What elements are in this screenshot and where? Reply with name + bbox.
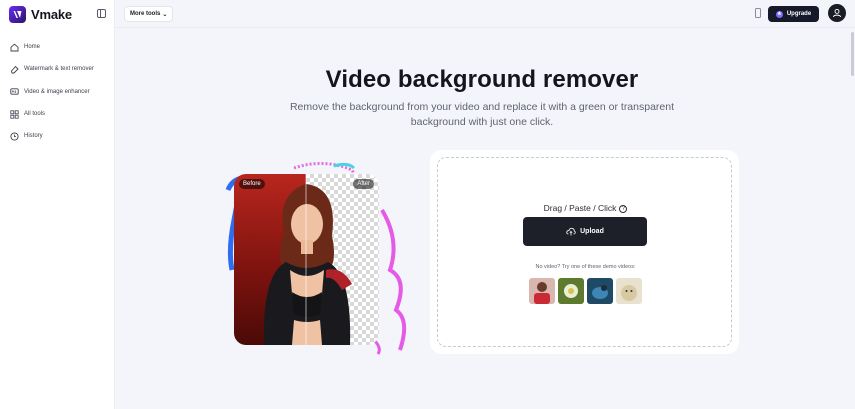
- sidebar-item-all-tools[interactable]: All tools: [0, 103, 115, 125]
- eraser-icon: [10, 65, 19, 74]
- top-bar: More tools ⌄ ★ Upgrade: [115, 0, 855, 28]
- before-tag: Before: [239, 179, 265, 189]
- sidebar-item-label: All tools: [24, 111, 46, 118]
- sidebar: Vmake Home Watermark & text remover Vide…: [0, 0, 115, 409]
- sidebar-item-label: Home: [24, 44, 41, 51]
- upload-dropzone[interactable]: Drag / Paste / Click? Upload No video? T…: [437, 157, 732, 347]
- grid-icon: [10, 109, 19, 119]
- cloud-upload-icon: [566, 227, 576, 236]
- sidebar-item-watermark-remover[interactable]: Watermark & text remover: [0, 58, 115, 80]
- more-tools-dropdown[interactable]: More tools ⌄: [124, 6, 174, 22]
- portrait-figure: [263, 174, 352, 345]
- sidebar-item-label: History: [24, 133, 43, 140]
- page-scrollbar[interactable]: [849, 28, 855, 409]
- page-title: Video background remover: [325, 66, 639, 93]
- demo-video-plant[interactable]: [558, 278, 584, 304]
- sidebar-collapse-icon[interactable]: [97, 9, 106, 18]
- brand-name: Vmake: [31, 6, 72, 22]
- sidebar-item-label: Video & image enhancer: [24, 88, 90, 95]
- before-after-photo: Before After: [234, 174, 379, 345]
- demo-videos-label: No video? Try one of these demo videos:: [535, 264, 636, 270]
- demo-video-dog[interactable]: [616, 278, 642, 304]
- clock-icon: [10, 132, 19, 141]
- user-icon: [833, 8, 841, 18]
- help-icon[interactable]: ?: [619, 204, 628, 213]
- upgrade-label: Upgrade: [786, 11, 812, 17]
- brand-logo-link[interactable]: Vmake: [9, 5, 72, 23]
- star-icon: ★: [775, 10, 783, 18]
- home-icon: [10, 43, 19, 52]
- sidebar-nav: Home Watermark & text remover Video & im…: [0, 36, 115, 147]
- demo-videos: [529, 278, 642, 304]
- drop-label-text: Drag / Paste / Click: [543, 203, 617, 213]
- more-tools-label: More tools: [130, 11, 161, 17]
- drop-instructions: Drag / Paste / Click?: [438, 203, 733, 213]
- mobile-icon[interactable]: [755, 8, 761, 18]
- hd-icon: [10, 87, 19, 96]
- user-avatar[interactable]: [828, 4, 846, 22]
- upgrade-button[interactable]: ★ Upgrade: [768, 6, 819, 22]
- vmake-logo-icon: [9, 5, 26, 23]
- after-tag: After: [353, 179, 374, 189]
- upload-card: Drag / Paste / Click? Upload No video? T…: [430, 150, 739, 354]
- before-after-illustration: Before After: [224, 160, 414, 356]
- sidebar-item-home[interactable]: Home: [0, 36, 115, 58]
- sidebar-item-label: Watermark & text remover: [24, 66, 94, 73]
- chevron-down-icon: ⌄: [162, 11, 168, 18]
- page-subtitle: Remove the background from your video an…: [289, 101, 675, 128]
- demo-video-person[interactable]: [529, 278, 555, 304]
- sidebar-item-history[interactable]: History: [0, 125, 115, 147]
- scrollbar-thumb[interactable]: [851, 32, 854, 76]
- upload-button[interactable]: Upload: [523, 217, 647, 246]
- upload-button-label: Upload: [580, 228, 604, 235]
- sidebar-item-enhancer[interactable]: Video & image enhancer: [0, 81, 115, 103]
- demo-video-bird[interactable]: [587, 278, 613, 304]
